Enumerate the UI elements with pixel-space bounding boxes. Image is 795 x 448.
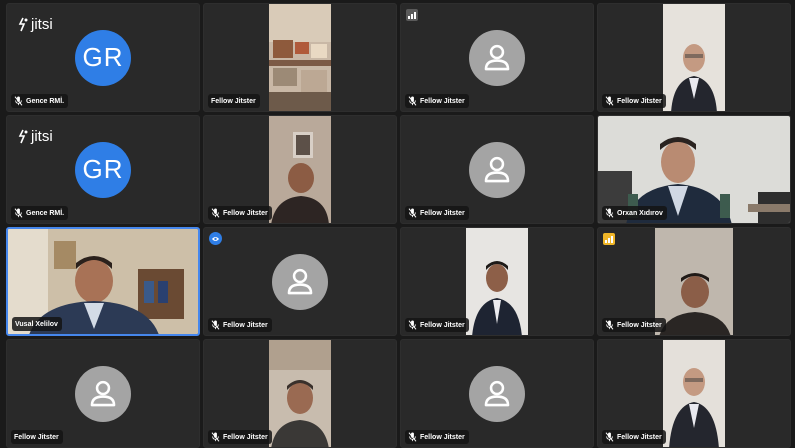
participant-name-tag: Fellow Jitster	[602, 430, 666, 444]
participant-avatar	[469, 29, 525, 86]
participant-grid: jitsi GR Gence RMİ. Fellow Jitster Fello…	[0, 0, 795, 448]
participant-avatar: GR	[75, 29, 131, 86]
participant-video	[269, 340, 331, 447]
participant-tile[interactable]: Fellow Jitster	[6, 339, 200, 448]
participant-tile[interactable]: Fellow Jitster	[597, 3, 791, 112]
participant-name: Fellow Jitster	[617, 321, 662, 329]
participant-tile[interactable]: Orxan Xıdırov	[597, 115, 791, 224]
participant-avatar	[469, 141, 525, 198]
participant-name: Fellow Jitster	[211, 97, 256, 105]
participant-name: Vusal Xelilov	[15, 320, 58, 328]
participant-name: Fellow Jitster	[420, 97, 465, 105]
jitsi-logo-icon	[18, 129, 28, 144]
participant-avatar	[75, 365, 131, 422]
mic-muted-icon	[211, 208, 220, 218]
participant-name: Gence RMİ.	[26, 97, 65, 105]
participant-name: Fellow Jitster	[223, 321, 268, 329]
participant-tile[interactable]: Fellow Jitster	[597, 227, 791, 336]
participant-name-tag: Gence RMİ.	[11, 206, 69, 220]
mic-muted-icon	[408, 320, 417, 330]
participant-name-tag: Vusal Xelilov	[12, 317, 62, 331]
participant-tile[interactable]: Fellow Jitster	[203, 115, 397, 224]
mic-muted-icon	[211, 320, 220, 330]
jitsi-logo: jitsi	[17, 128, 53, 145]
status-indicator-icon[interactable]	[209, 232, 222, 245]
participant-video	[655, 228, 733, 335]
participant-tile[interactable]: Fellow Jitster	[400, 115, 594, 224]
participant-name: Fellow Jitster	[223, 209, 268, 217]
participant-name: Fellow Jitster	[420, 209, 465, 217]
participant-avatar	[272, 253, 328, 310]
person-icon	[283, 265, 317, 299]
mic-muted-icon	[605, 96, 614, 106]
mic-muted-icon	[605, 432, 614, 442]
participant-name-tag: Fellow Jitster	[208, 94, 260, 108]
participant-name-tag: Fellow Jitster	[602, 94, 666, 108]
participant-tile[interactable]: Fellow Jitster	[597, 339, 791, 448]
jitsi-logo: jitsi	[17, 16, 53, 33]
mic-muted-icon	[408, 208, 417, 218]
participant-tile[interactable]: Fellow Jitster	[203, 227, 397, 336]
participant-name-tag: Fellow Jitster	[208, 430, 272, 444]
mic-muted-icon	[14, 96, 23, 106]
participant-video	[466, 228, 528, 335]
participant-name-tag: Fellow Jitster	[405, 94, 469, 108]
connection-indicator-icon[interactable]	[406, 9, 418, 21]
jitsi-logo-text: jitsi	[31, 16, 53, 33]
jitsi-logo-text: jitsi	[31, 128, 53, 145]
participant-name: Fellow Jitster	[223, 433, 268, 441]
participant-tile[interactable]: Fellow Jitster	[400, 227, 594, 336]
participant-name-tag: Gence RMİ.	[11, 94, 69, 108]
mic-muted-icon	[408, 96, 417, 106]
participant-name-tag: Fellow Jitster	[405, 206, 469, 220]
participant-name-tag: Fellow Jitster	[405, 318, 469, 332]
participant-tile[interactable]: jitsi GR Gence RMİ.	[6, 115, 200, 224]
mic-muted-icon	[211, 432, 220, 442]
participant-video	[663, 340, 725, 447]
participant-name-tag: Fellow Jitster	[405, 430, 469, 444]
mic-muted-icon	[408, 432, 417, 442]
participant-name-tag: Orxan Xıdırov	[602, 206, 667, 220]
person-icon	[480, 153, 514, 187]
mic-muted-icon	[605, 320, 614, 330]
mic-muted-icon	[14, 208, 23, 218]
participant-name: Fellow Jitster	[420, 433, 465, 441]
participant-name-tag: Fellow Jitster	[602, 318, 666, 332]
person-icon	[86, 377, 120, 411]
participant-name: Orxan Xıdırov	[617, 209, 663, 217]
mic-muted-icon	[605, 208, 614, 218]
participant-tile[interactable]: Fellow Jitster	[203, 339, 397, 448]
participant-name: Fellow Jitster	[14, 433, 59, 441]
participant-tile[interactable]: Vusal Xelilov	[6, 227, 200, 336]
participant-tile[interactable]: jitsi GR Gence RMİ.	[6, 3, 200, 112]
participant-name-tag: Fellow Jitster	[11, 430, 63, 444]
participant-avatar: GR	[75, 141, 131, 198]
participant-name: Fellow Jitster	[617, 97, 662, 105]
participant-name-tag: Fellow Jitster	[208, 206, 272, 220]
participant-name-tag: Fellow Jitster	[208, 318, 272, 332]
participant-video	[663, 4, 725, 111]
participant-video	[269, 4, 331, 111]
participant-tile[interactable]: Fellow Jitster	[400, 3, 594, 112]
participant-tile[interactable]: Fellow Jitster	[203, 3, 397, 112]
participant-tile[interactable]: Fellow Jitster	[400, 339, 594, 448]
jitsi-logo-icon	[18, 17, 28, 32]
participant-video	[269, 116, 331, 223]
participant-name: Fellow Jitster	[420, 321, 465, 329]
participant-name: Gence RMİ.	[26, 209, 65, 217]
connection-indicator-icon[interactable]	[603, 233, 615, 245]
participant-avatar	[469, 365, 525, 422]
person-icon	[480, 41, 514, 75]
person-icon	[480, 377, 514, 411]
participant-name: Fellow Jitster	[617, 433, 662, 441]
